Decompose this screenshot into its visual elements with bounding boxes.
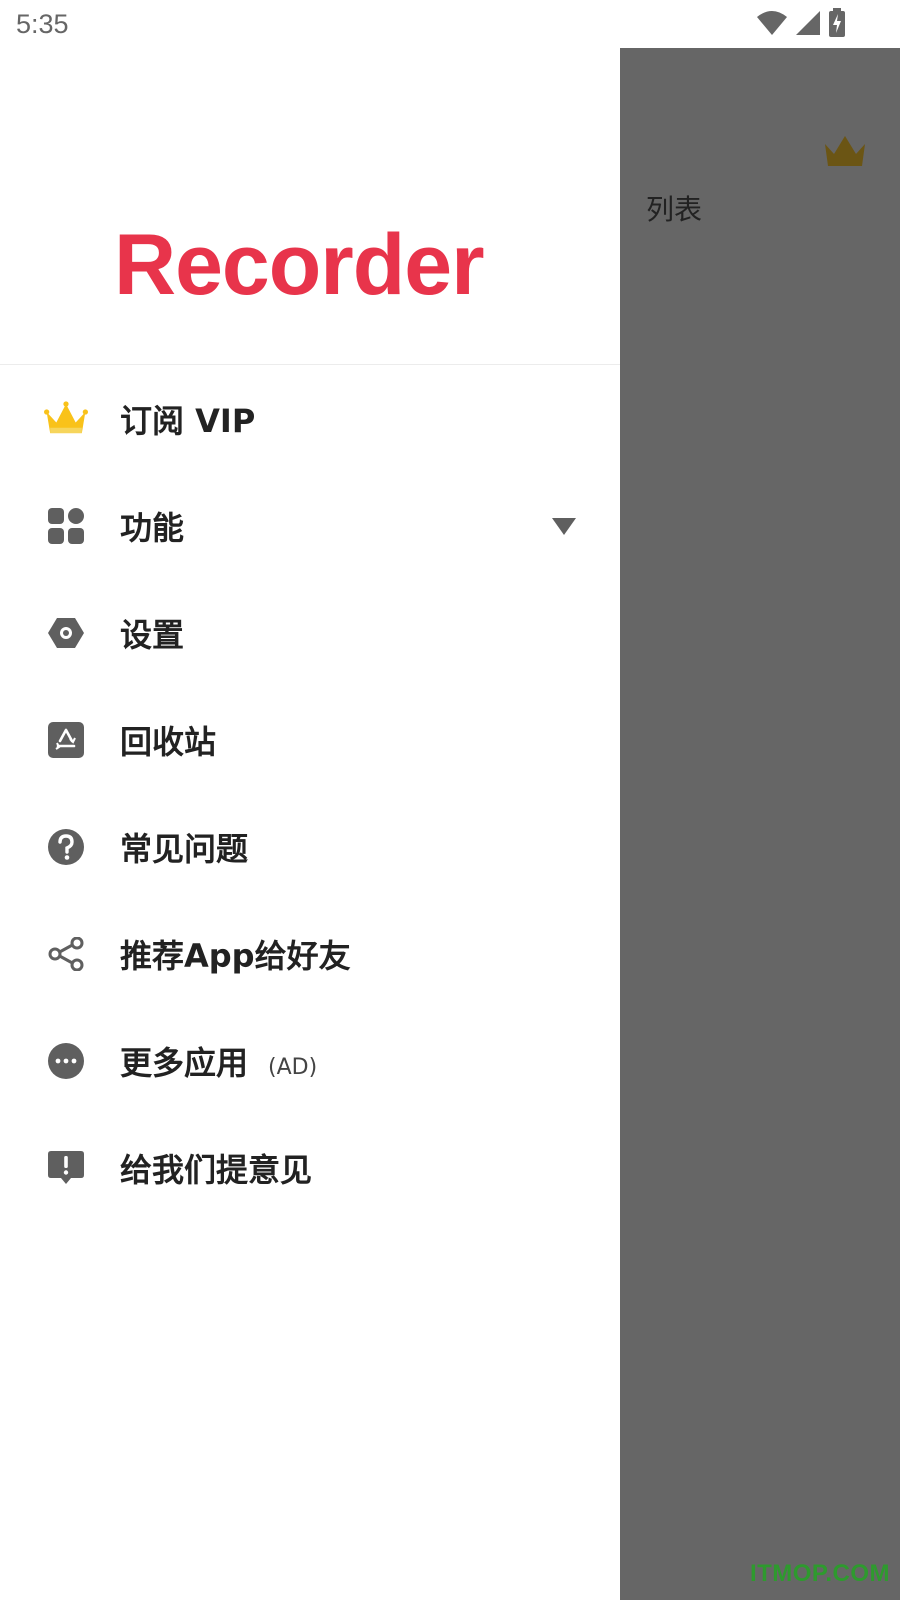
wifi-icon bbox=[757, 11, 787, 35]
menu-item-label: 设置 bbox=[120, 615, 185, 654]
menu-item-label: 给我们提意见 bbox=[120, 1150, 313, 1189]
menu-item-recycle-bin[interactable]: 回收站 bbox=[0, 686, 620, 793]
menu-item-vip[interactable]: 订阅 VIP bbox=[0, 365, 620, 472]
menu-item-label: 更多应用 (AD) bbox=[120, 1038, 317, 1084]
menu-item-more-apps[interactable]: 更多应用 (AD) bbox=[0, 1007, 620, 1114]
brand-logo: Recorder bbox=[114, 217, 485, 313]
chevron-down-icon[interactable] bbox=[550, 515, 578, 537]
status-icons bbox=[756, 8, 846, 38]
menu-item-features[interactable]: 功能 bbox=[0, 472, 620, 579]
crown-icon[interactable] bbox=[822, 134, 868, 170]
menu-item-label: 推荐App给好友 bbox=[120, 936, 351, 975]
crown-icon bbox=[44, 397, 88, 441]
menu-item-label: 订阅 VIP bbox=[120, 401, 256, 440]
settings-hexagon-icon bbox=[44, 611, 88, 655]
menu-item-feedback[interactable]: 给我们提意见 bbox=[0, 1114, 620, 1221]
cellular-signal-icon bbox=[796, 11, 820, 35]
status-time: 5:35 bbox=[16, 9, 69, 39]
drawer-scrim[interactable] bbox=[620, 48, 900, 1600]
menu-item-text: 更多应用 bbox=[120, 1043, 249, 1082]
menu-item-faq[interactable]: 常见问题 bbox=[0, 793, 620, 900]
menu-item-label: 功能 bbox=[120, 508, 185, 547]
grid-icon bbox=[44, 504, 88, 548]
status-bar: 5:35 bbox=[0, 0, 900, 48]
feedback-icon bbox=[44, 1146, 88, 1190]
help-icon bbox=[44, 825, 88, 869]
menu-item-label: 回收站 bbox=[120, 722, 217, 761]
menu-item-settings[interactable]: 设置 bbox=[0, 579, 620, 686]
list-title: 列表 bbox=[646, 193, 703, 226]
battery-charging-icon bbox=[829, 8, 845, 37]
menu-item-label: 常见问题 bbox=[120, 829, 249, 868]
drawer-menu: 订阅 VIP 功能 设置 回收站 常见问题 推荐App给好友 更多应用 (AD)… bbox=[0, 365, 620, 1221]
more-horizontal-icon bbox=[44, 1039, 88, 1083]
share-icon bbox=[44, 932, 88, 976]
navigation-drawer: Recorder 订阅 VIP 功能 设置 回收站 常见问题 推荐App给好友 … bbox=[0, 48, 620, 1600]
recycle-icon bbox=[44, 718, 88, 762]
watermark: ITMOP.COM bbox=[749, 1560, 890, 1587]
drawer-header: Recorder bbox=[0, 48, 620, 365]
menu-item-share[interactable]: 推荐App给好友 bbox=[0, 900, 620, 1007]
ad-badge: (AD) bbox=[268, 1054, 318, 1080]
